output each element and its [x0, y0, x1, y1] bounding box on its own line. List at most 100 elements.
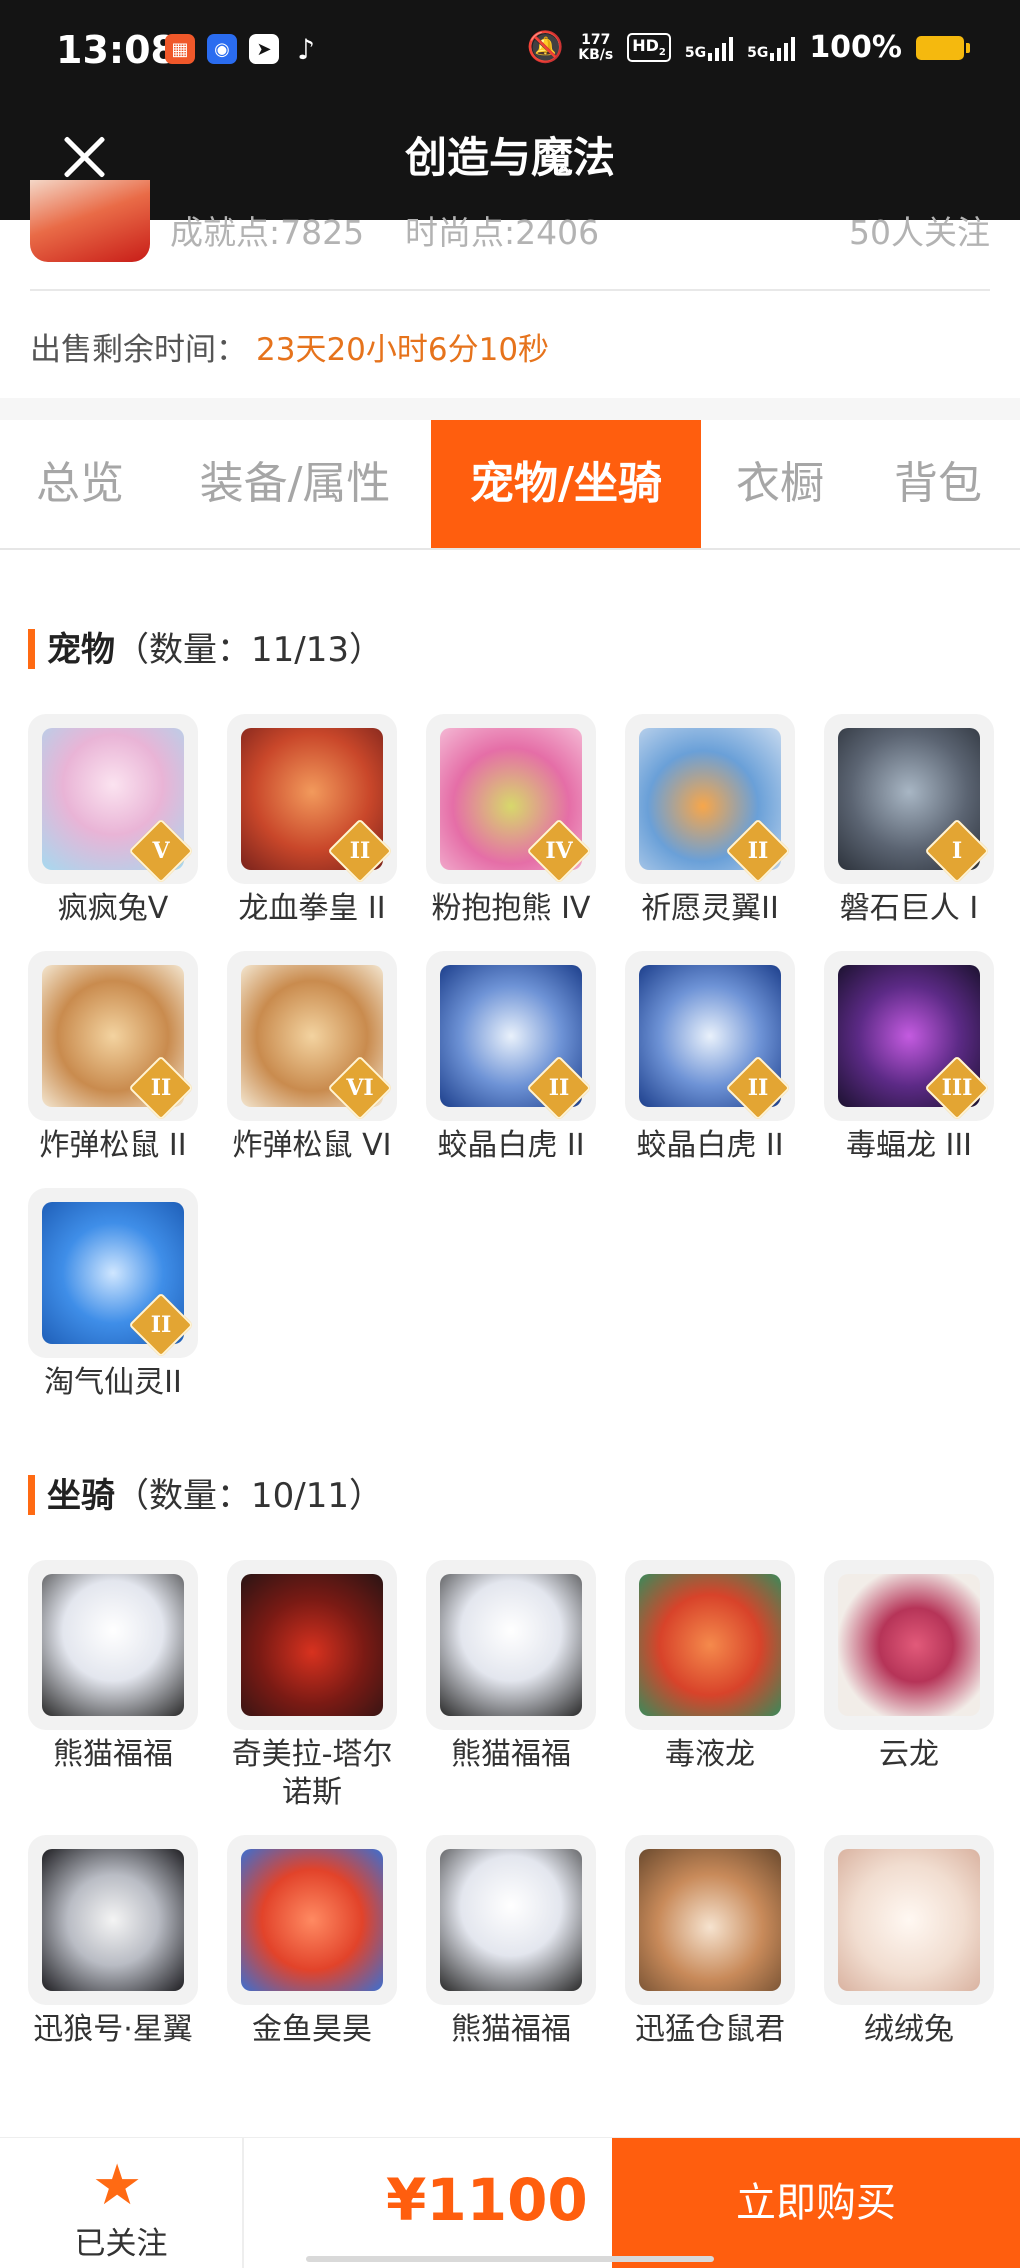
mount-name: 毒液龙: [665, 1737, 755, 1772]
mount-thumb: [625, 1560, 795, 1730]
pet-name: 磐石巨人 I: [839, 891, 979, 926]
achievement-points: 成就点:7825: [170, 213, 365, 252]
pet-thumb: VI: [227, 951, 397, 1121]
rank-badge-label: V: [152, 838, 170, 864]
paper-plane-icon: ➤: [249, 34, 279, 64]
signal-bars-icon: [770, 35, 796, 61]
hd-icon: HD2: [627, 33, 671, 62]
mount-thumb: [28, 1560, 198, 1730]
rank-badge-label: II: [150, 1312, 172, 1338]
home-indicator[interactable]: [306, 2256, 714, 2262]
mount-card[interactable]: 熊猫福福: [424, 1560, 598, 1774]
pet-card[interactable]: II 龙血拳皇 II: [225, 714, 399, 928]
pet-card[interactable]: II 蛟晶白虎 II: [623, 951, 797, 1165]
rank-badge-label: II: [349, 838, 371, 864]
notification-icons: ▦ ◉ ➤ ♪: [165, 32, 321, 66]
section-gap: [0, 398, 1020, 420]
tab-overview[interactable]: 总览: [0, 420, 160, 548]
mounts-section-title: 坐骑（数量：10/11）: [28, 1468, 383, 1517]
rank-badge: II: [526, 1055, 592, 1121]
pet-card[interactable]: IV 粉抱抱熊 IV: [424, 714, 598, 928]
pet-card[interactable]: V 疯疯兔V: [26, 714, 200, 928]
mount-image: [838, 1849, 980, 1991]
tab-equipment[interactable]: 装备/属性: [170, 420, 420, 548]
pet-card[interactable]: II 炸弹松鼠 II: [26, 951, 200, 1165]
system-status: 🔕 177 KB/s HD2 5G 5G 100%: [527, 30, 970, 65]
mount-thumb: [227, 1560, 397, 1730]
pet-name: 疯疯兔V: [57, 891, 169, 926]
mount-image: [639, 1574, 781, 1716]
tab-backpack[interactable]: 背包: [868, 420, 1008, 548]
mount-thumb: [426, 1560, 596, 1730]
pet-card[interactable]: II 祈愿灵翼II: [623, 714, 797, 928]
tiktok-icon: ♪: [297, 32, 315, 66]
battery-icon: [916, 35, 970, 60]
star-icon: ★: [92, 2153, 143, 2218]
mount-card[interactable]: 熊猫福福: [26, 1560, 200, 1774]
tab-wardrobe[interactable]: 衣橱: [710, 420, 850, 548]
mount-name: 绒绒兔: [864, 2012, 954, 2047]
rank-badge-label: VI: [346, 1075, 374, 1101]
follow-label: 已关注: [74, 2226, 168, 2262]
mount-thumb: [28, 1835, 198, 2005]
mount-name: 熊猫福福: [53, 1737, 173, 1772]
mount-image: [42, 1574, 184, 1716]
mount-thumb: [227, 1835, 397, 2005]
signal-1-label: 5G: [684, 44, 707, 61]
app-grid-icon: ▦: [165, 34, 195, 64]
buy-now-button[interactable]: 立即购买: [612, 2138, 1020, 2268]
signal-1: 5G: [684, 35, 734, 61]
pet-card[interactable]: III 毒蝠龙 III: [822, 951, 996, 1165]
pets-count: （数量：11/13）: [115, 630, 383, 670]
mount-card[interactable]: 熊猫福福: [424, 1835, 598, 2049]
follow-button[interactable]: ★ 已关注: [0, 2138, 244, 2268]
mount-name: 迅狼号·星翼: [33, 2012, 193, 2047]
mount-image: [440, 1849, 582, 1991]
rank-badge: I: [924, 818, 990, 884]
hd-sub: 2: [658, 47, 666, 59]
mount-card[interactable]: 迅狼号·星翼: [26, 1835, 200, 2049]
pet-name: 蛟晶白虎 II: [636, 1128, 784, 1163]
pet-name: 龙血拳皇 II: [238, 891, 386, 926]
pet-thumb: IV: [426, 714, 596, 884]
rank-badge-label: II: [747, 1075, 769, 1101]
rank-badge-label: IV: [545, 838, 573, 864]
signal-2: 5G: [747, 35, 796, 61]
mount-image: [440, 1574, 582, 1716]
rank-badge: III: [924, 1055, 990, 1121]
pet-card[interactable]: I 磐石巨人 I: [822, 714, 996, 928]
mount-card[interactable]: 云龙: [822, 1560, 996, 1774]
pet-thumb: II: [227, 714, 397, 884]
mount-image: [639, 1849, 781, 1991]
mount-card[interactable]: 绒绒兔: [822, 1835, 996, 2049]
mount-card[interactable]: 迅猛仓鼠君: [623, 1835, 797, 2049]
pet-name: 祈愿灵翼II: [641, 891, 779, 926]
rank-badge: II: [725, 818, 791, 884]
mount-name: 金鱼昊昊: [252, 2012, 372, 2047]
mount-image: [42, 1849, 184, 1991]
pet-thumb: III: [824, 951, 994, 1121]
signal-bars-icon: [708, 35, 734, 61]
mounts-title: 坐骑: [47, 1476, 115, 1516]
pet-card[interactable]: II 淘气仙灵II: [26, 1188, 200, 1402]
pet-thumb: II: [426, 951, 596, 1121]
mounts-count: （数量：10/11）: [115, 1476, 383, 1516]
mount-card[interactable]: 毒液龙: [623, 1560, 797, 1774]
mount-card[interactable]: 奇美拉-塔尔诺斯: [225, 1560, 399, 1812]
mount-name: 奇美拉-塔尔诺斯: [231, 1737, 393, 1810]
bottom-action-bar: ★ 已关注 ¥1100 立即购买: [0, 2137, 1020, 2268]
page-title: 创造与魔法: [404, 133, 615, 182]
rank-badge-label: II: [150, 1075, 172, 1101]
pet-card[interactable]: II 蛟晶白虎 II: [424, 951, 598, 1165]
pet-name: 淘气仙灵II: [44, 1365, 182, 1400]
pet-card[interactable]: VI 炸弹松鼠 VI: [225, 951, 399, 1165]
net-speed: 177 KB/s: [578, 32, 613, 63]
fashion-points: 时尚点:2406: [405, 213, 600, 252]
pet-thumb: II: [625, 714, 795, 884]
mount-thumb: [625, 1835, 795, 2005]
mount-image: [241, 1849, 383, 1991]
price: ¥1100: [386, 2166, 588, 2234]
mount-name: 迅猛仓鼠君: [635, 2012, 785, 2047]
tab-pets-mounts[interactable]: 宠物/坐骑: [431, 420, 701, 548]
mount-card[interactable]: 金鱼昊昊: [225, 1835, 399, 2049]
